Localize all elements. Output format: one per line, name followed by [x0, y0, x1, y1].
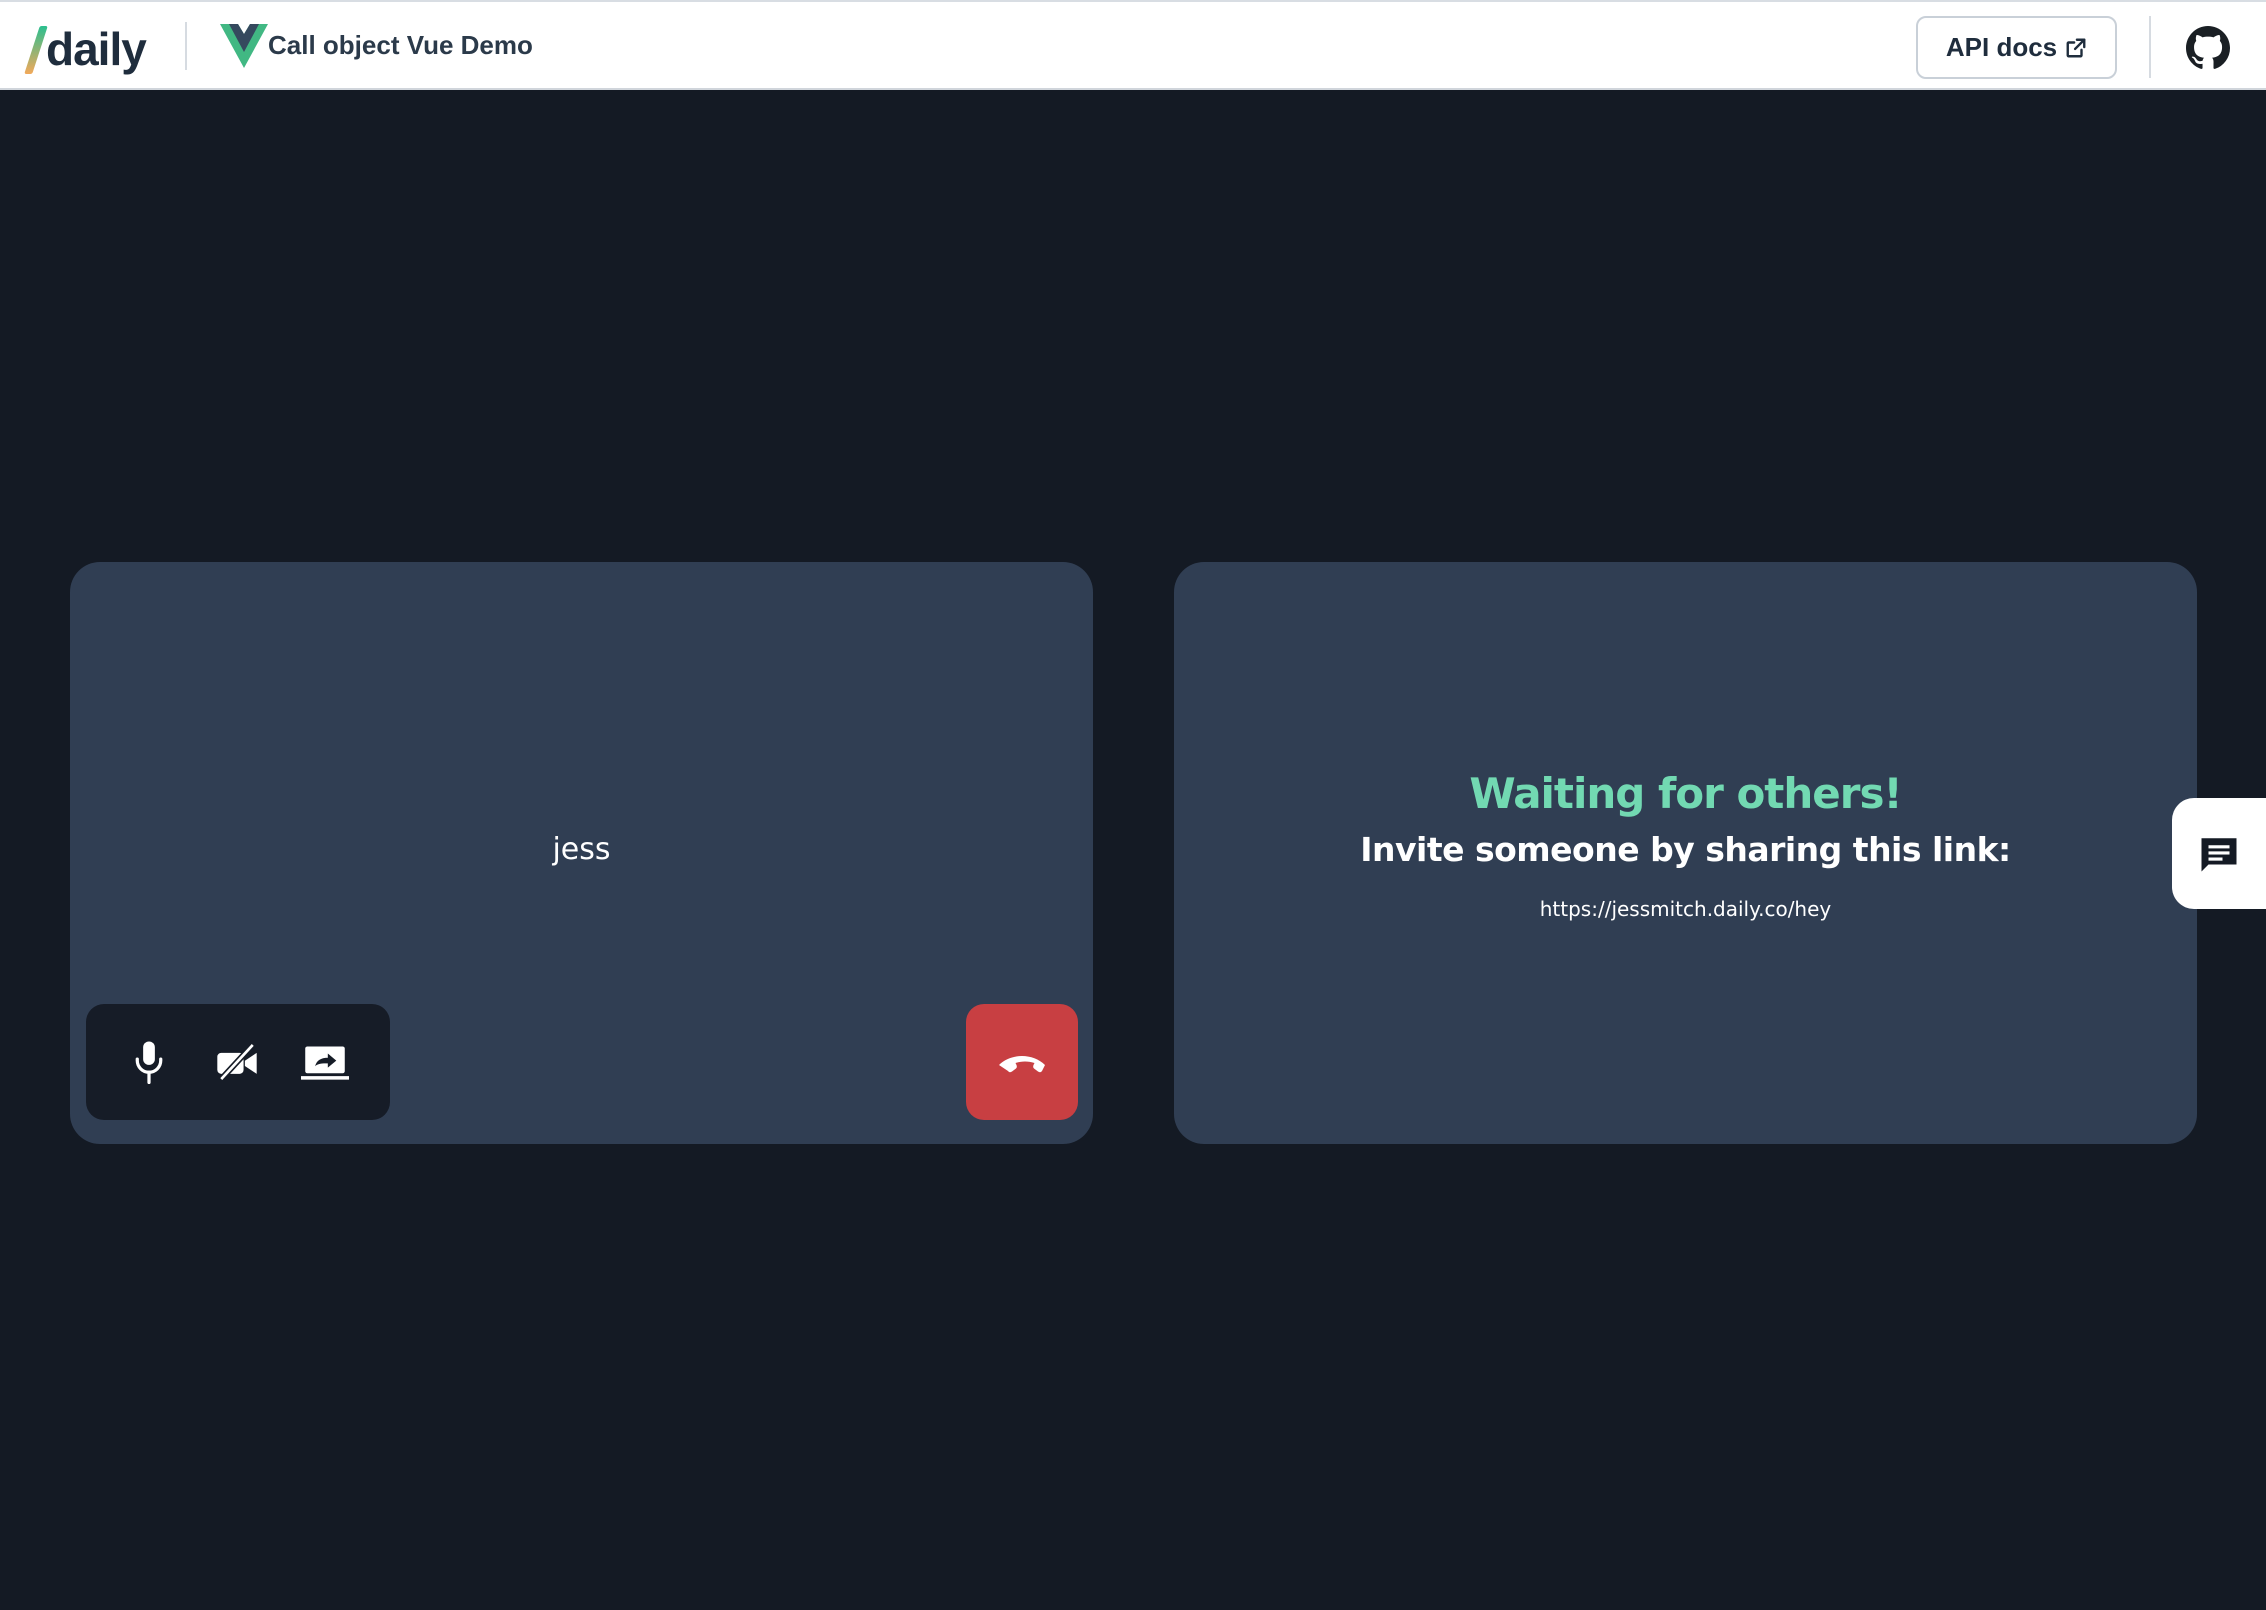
screen-share-icon [301, 1046, 349, 1080]
waiting-tile: Waiting for others! Invite someone by sh… [1174, 562, 2197, 1144]
waiting-subtitle: Invite someone by sharing this link: [1360, 830, 2011, 869]
external-link-icon [2066, 38, 2086, 57]
local-participant-tile: jess [70, 562, 1093, 1144]
logo-slash [24, 26, 48, 74]
microphone-icon [135, 1041, 163, 1084]
app-header: daily Call object Vue Demo API docs [0, 0, 2266, 90]
camera-off-icon [217, 1042, 257, 1082]
api-docs-label: API docs [1945, 32, 2058, 62]
mic-button[interactable] [122, 1036, 176, 1088]
vue-logo-icon [220, 24, 268, 68]
chat-toggle-button[interactable] [2172, 798, 2266, 909]
api-docs-button[interactable]: API docs [1916, 16, 2117, 79]
hang-up-icon [999, 1056, 1045, 1073]
invite-link[interactable]: https://jessmitch.daily.co/hey [1174, 897, 2197, 921]
waiting-message: Waiting for others! Invite someone by sh… [1174, 769, 2197, 921]
call-controls [86, 1004, 390, 1120]
github-icon[interactable] [2186, 26, 2230, 70]
demo-title: Call object Vue Demo [268, 30, 533, 60]
camera-button[interactable] [210, 1036, 264, 1088]
chat-icon [2201, 837, 2237, 871]
participant-name: jess [552, 832, 611, 867]
leave-call-button[interactable] [966, 1004, 1078, 1120]
screen-share-button[interactable] [298, 1036, 352, 1088]
header-divider-2 [2149, 16, 2151, 78]
waiting-title: Waiting for others! [1469, 769, 1902, 818]
logo-text: daily [46, 23, 147, 75]
daily-logo[interactable]: daily [24, 18, 147, 75]
header-divider [185, 22, 187, 70]
